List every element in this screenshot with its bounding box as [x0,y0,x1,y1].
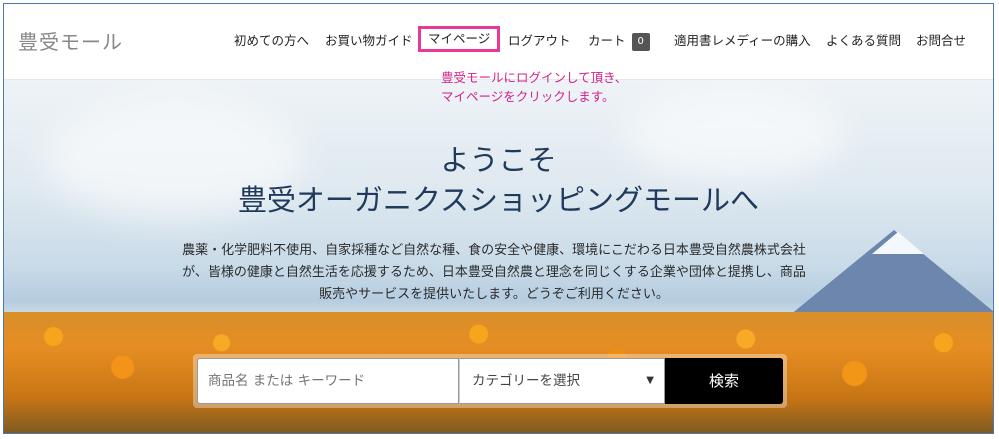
nav-logout[interactable]: ログアウト [508,32,571,50]
nav-cart-label: カート [588,33,626,48]
category-select-value: カテゴリーを選択 [472,373,580,389]
nav-shopping-guide[interactable]: お買い物ガイド [325,32,413,50]
search-input[interactable] [197,358,459,404]
annotation-line2: マイページをクリックします。 [441,89,615,104]
hero-title: ようこそ 豊受オーガニクスショッピングモールへ [4,140,993,220]
nav-mypage[interactable]: マイページ [418,26,501,52]
hero-banner: ようこそ 豊受オーガニクスショッピングモールへ 農薬・化学肥料不使用、自家採種な… [4,80,993,433]
hero-desc-line2: が、皆様の健康と自然生活を応援するため、日本豊受自然農と理念を同じくする企業や団… [182,265,806,280]
mountain-snow [872,232,924,254]
nav-remedy-purchase[interactable]: 適用書レメディーの購入 [674,32,811,50]
browser-frame: 豊受モール 初めての方へ お買い物ガイド マイページ ログアウト カート 0 適用… [3,3,994,434]
cart-count-badge: 0 [631,32,650,51]
nav-faq[interactable]: よくある質問 [826,32,901,50]
nav-contact[interactable]: お問合せ [916,32,966,50]
dropdown-arrow-icon: ▼ [646,375,654,386]
category-select[interactable]: カテゴリーを選択 ▼ [459,358,665,404]
hero-desc-line3: 販売やサービスを提供いたします。どうぞご利用ください。 [319,287,669,302]
search-button[interactable]: 検索 [665,358,783,404]
annotation-line1: 豊受モールにログインして頂き、 [441,70,628,85]
hero-title-line2: 豊受オーガニクスショッピングモールへ [237,183,760,217]
nav-cart[interactable]: カート 0 [588,32,650,51]
nav-beginners[interactable]: 初めての方へ [234,32,309,50]
search-bar: カテゴリーを選択 ▼ 検索 [193,354,787,408]
hero-description: 農薬・化学肥料不使用、自家採種など自然な種、食の安全や健康、環境にこだわる日本豊… [134,240,854,306]
hero-title-line1: ようこそ [440,143,557,177]
instruction-annotation: 豊受モールにログインして頂き、 マイページをクリックします。 [441,68,627,106]
hero-desc-line1: 農薬・化学肥料不使用、自家採種など自然な種、食の安全や健康、環境にこだわる日本豊… [182,243,806,258]
main-nav: 初めての方へ お買い物ガイド マイページ ログアウト カート 0 適用書レメディー… [4,26,993,54]
